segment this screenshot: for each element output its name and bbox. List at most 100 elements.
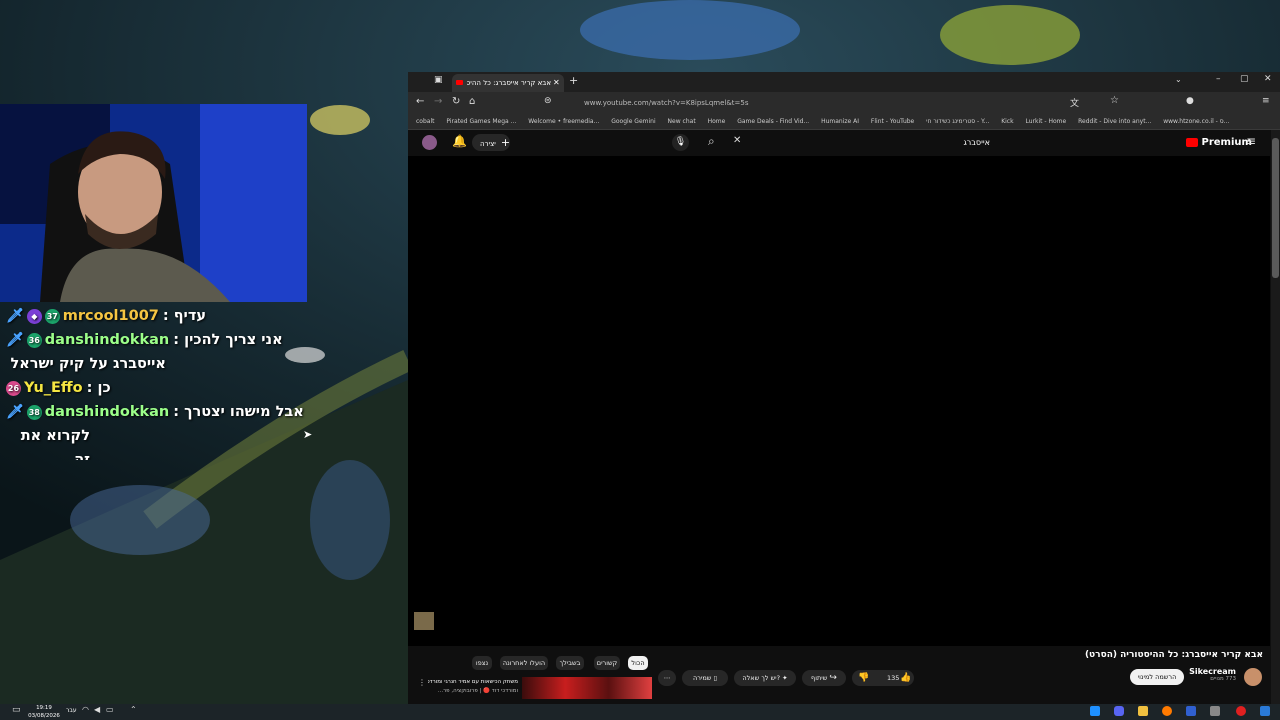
url-text: www.youtube.com/watch?v=K8ipsLqmel&t=5s <box>584 99 749 107</box>
sub-badge: 36 <box>26 332 42 348</box>
dislike-icon[interactable]: 👎 <box>858 670 869 686</box>
chevron-up-icon[interactable]: ⌃ <box>130 705 137 714</box>
create-button[interactable]: יצירה + <box>472 134 510 151</box>
chip-recently-uploaded[interactable]: הועלו לאחרונה <box>500 656 548 670</box>
chip-all[interactable]: הכול <box>628 656 648 670</box>
subscribe-button[interactable]: הרשמה למינוי <box>1130 669 1184 685</box>
url-field[interactable]: www.youtube.com/watch?v=K8ipsLqmel&t=5s <box>558 95 978 111</box>
scrollbar-thumb[interactable] <box>1272 138 1279 278</box>
search-input[interactable]: אייסברג <box>748 134 993 151</box>
close-tab-icon[interactable]: ✕ <box>553 74 560 92</box>
search-icon[interactable]: ⌕ <box>708 134 715 149</box>
tab-title: אבא קריר אייסברג: כל ההיסטו <box>467 79 551 87</box>
bookmark-item[interactable]: Google Gemini <box>611 118 655 125</box>
steam-icon[interactable] <box>1090 706 1100 716</box>
chat-message: 🗡 ◆ 37 mrcool1007: עדיף <box>6 304 306 328</box>
bookmark-item[interactable]: Welcome • freemedia... <box>528 118 599 125</box>
chip-related[interactable]: קשורים <box>594 656 620 670</box>
avatar[interactable] <box>422 135 437 150</box>
forward-icon[interactable]: → <box>434 96 442 107</box>
wifi-icon[interactable]: ◠ <box>82 705 89 714</box>
windows-start-icon[interactable] <box>1260 706 1270 716</box>
chat-message-continuation: לקרוא את זה <box>6 424 90 460</box>
new-tab-icon[interactable]: + <box>569 74 578 87</box>
create-label: יצירה <box>480 140 496 148</box>
subscriber-count: 773 מנויים <box>1210 676 1236 682</box>
bookmark-item[interactable]: Kick <box>1001 118 1013 125</box>
bookmark-cobalt[interactable]: cobalt <box>416 118 434 125</box>
youtube-favicon-icon <box>456 80 463 85</box>
chat-message: 🗡 38 danshindokkan: אבל מישהו יצטרך <box>6 400 306 424</box>
close-window-icon[interactable]: ✕ <box>1264 74 1272 84</box>
menu-icon[interactable]: ≡ <box>1262 96 1270 106</box>
language-indicator[interactable]: עבר <box>66 707 77 714</box>
channel-info: Sikecream 773 מנויים <box>1178 667 1236 682</box>
ask-button[interactable]: יש לך שאלה? ✦ <box>734 670 796 686</box>
ask-label: יש לך שאלה? <box>742 674 781 682</box>
youtube-premium-logo[interactable]: Premium <box>1186 135 1252 151</box>
like-dislike-group: 👎 135 👍 <box>852 670 914 686</box>
extension-icon[interactable]: ● <box>1186 96 1194 106</box>
save-button[interactable]: שמירה ▯ <box>682 670 728 686</box>
bookmark-item[interactable]: Flint - YouTube <box>871 118 914 125</box>
obs-icon[interactable] <box>1236 706 1246 716</box>
bookmark-item[interactable]: New chat <box>668 118 696 125</box>
chip-for-you[interactable]: בשבילך <box>556 656 584 670</box>
clear-search-icon[interactable]: ✕ <box>733 135 741 146</box>
maximize-icon[interactable]: ▢ <box>1240 74 1249 84</box>
browser-tab[interactable]: אבא קריר אייסברג: כל ההיסטו ✕ <box>452 74 564 92</box>
like-count: 135 <box>887 674 900 682</box>
recommended-thumbnail[interactable] <box>522 677 652 699</box>
translate-icon[interactable]: 文 <box>1070 96 1079 109</box>
hamburger-menu-icon[interactable]: ≡ <box>1246 134 1256 148</box>
share-button[interactable]: שיתוף ↪ <box>802 670 846 686</box>
bookmark-item[interactable]: Pirated Games Mega ... <box>446 118 516 125</box>
more-actions-icon[interactable]: ⋯ <box>658 670 676 686</box>
chip-watched[interactable]: נצפו <box>472 656 492 670</box>
volume-icon[interactable]: ◀ <box>94 705 100 714</box>
site-info-icon[interactable]: ⊜ <box>544 96 552 106</box>
bell-icon[interactable]: 🔔 <box>452 134 467 148</box>
minimize-icon[interactable]: – <box>1216 74 1221 84</box>
channel-avatar[interactable] <box>1244 668 1262 686</box>
page-scrollbar[interactable] <box>1271 130 1280 704</box>
bookmark-item[interactable]: Game Deals - Find Vid... <box>737 118 809 125</box>
clock[interactable]: 19:19 03/08/2026 <box>28 704 60 720</box>
sub-badge: 26 <box>6 380 21 396</box>
chat-text: אני צריך להכין <box>184 332 283 348</box>
bookmark-item[interactable]: Home <box>708 118 726 125</box>
tab-list-icon[interactable]: ▣ <box>434 75 443 85</box>
home-icon[interactable]: ⌂ <box>469 96 475 107</box>
recommended-title: משחק הכישאות עם אמיר חנרגי ומורדכי דוד |… <box>428 679 518 685</box>
save-label: שמירה <box>692 674 712 682</box>
sword-icon: 🗡 <box>6 404 24 420</box>
bookmark-item[interactable]: Humanize AI <box>821 118 859 125</box>
bookmark-item[interactable]: סטרימינג כשידור חי - Y... <box>926 118 989 125</box>
video-thumbnail-overlay <box>414 612 434 630</box>
like-icon[interactable]: 👍 <box>900 670 911 686</box>
reload-icon[interactable]: ↻ <box>452 96 460 107</box>
taskbar: ▭ 19:19 03/08/2026 עבר ◠ ◀ ▭ ⌃ <box>0 704 1280 720</box>
plus-icon: + <box>500 136 511 149</box>
more-vertical-icon[interactable]: ⋮ <box>418 678 426 687</box>
video-player[interactable] <box>408 156 1270 646</box>
notification-icon[interactable]: ▭ <box>12 705 21 715</box>
battery-icon[interactable]: ▭ <box>106 705 114 714</box>
chevron-down-icon[interactable]: ⌄ <box>1175 75 1182 84</box>
premium-label: Premium <box>1201 137 1252 148</box>
channel-name[interactable]: Sikecream <box>1178 667 1236 676</box>
firefox-icon[interactable] <box>1162 706 1172 716</box>
folder-icon[interactable] <box>1138 706 1148 716</box>
app-icon[interactable] <box>1210 706 1220 716</box>
share-label: שיתוף <box>811 674 828 682</box>
chat-username: mrcool1007 <box>62 308 159 324</box>
discord-icon[interactable] <box>1114 706 1124 716</box>
bookmark-item[interactable]: www.htzone.co.il - ס... <box>1163 118 1229 125</box>
bookmark-item[interactable]: Reddit - Dive into anyt... <box>1078 118 1151 125</box>
bookmark-item[interactable]: Lurkit - Home <box>1026 118 1067 125</box>
app-icon[interactable] <box>1186 706 1196 716</box>
bookmark-star-icon[interactable]: ☆ <box>1110 95 1119 106</box>
back-icon[interactable]: ← <box>416 96 424 107</box>
microphone-icon[interactable]: 🎙 <box>672 134 689 151</box>
recommended-info[interactable]: משחק הכישאות עם אמיר חנרגי ומורדכי דוד |… <box>428 678 518 696</box>
